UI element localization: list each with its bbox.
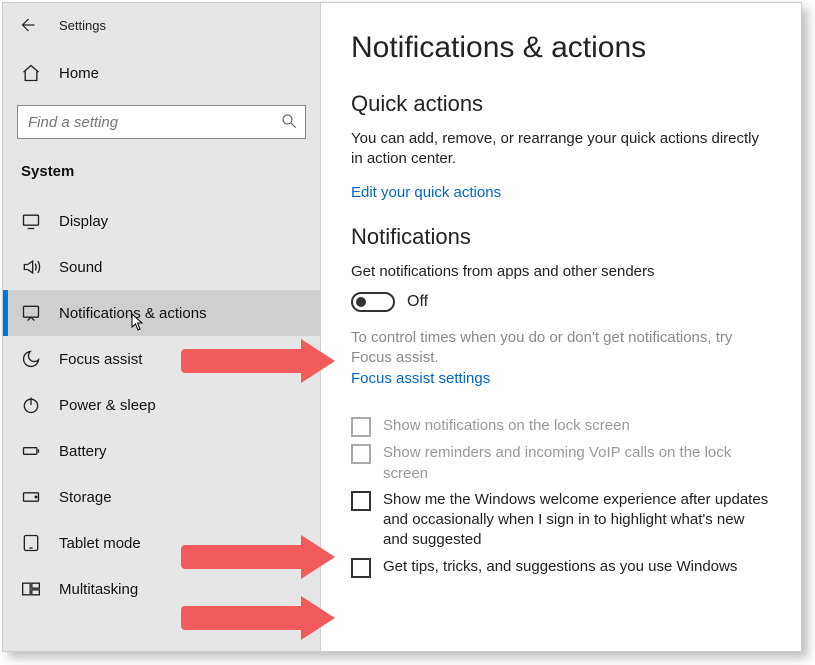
section-label: System <box>3 157 320 198</box>
sidebar-item-label: Sound <box>59 259 102 276</box>
sidebar-item-label: Power & sleep <box>59 397 156 414</box>
sidebar-item-label: Display <box>59 213 108 230</box>
sidebar-item-label: Tablet mode <box>59 535 141 552</box>
checkbox <box>351 444 371 464</box>
sidebar-item-power[interactable]: Power & sleep <box>3 382 320 428</box>
notifications-icon <box>21 303 41 323</box>
sidebar-item-multitasking[interactable]: Multitasking <box>3 566 320 612</box>
search-wrap <box>17 105 306 139</box>
check-lockscreen-reminders: Show reminders and incoming VoIP calls o… <box>351 443 771 484</box>
sidebar-item-notifications[interactable]: Notifications & actions <box>3 290 320 336</box>
quick-actions-body: You can add, remove, or rearrange your q… <box>351 129 771 170</box>
sidebar-item-home[interactable]: Home <box>3 47 320 97</box>
page-title: Notifications & actions <box>351 31 771 65</box>
sidebar-item-sound[interactable]: Sound <box>3 244 320 290</box>
sidebar-item-focus-assist[interactable]: Focus assist <box>3 336 320 382</box>
sidebar-item-label: Storage <box>59 489 112 506</box>
notifications-toggle[interactable] <box>351 292 395 312</box>
checkbox <box>351 417 371 437</box>
app-title: Settings <box>59 18 106 33</box>
home-label: Home <box>59 65 99 82</box>
checkbox[interactable] <box>351 558 371 578</box>
sidebar: Settings Home System Display <box>3 3 321 651</box>
power-icon <box>21 395 41 415</box>
notifications-toggle-row: Off <box>351 292 771 312</box>
check-welcome-experience[interactable]: Show me the Windows welcome experience a… <box>351 490 771 551</box>
back-icon[interactable] <box>17 15 37 35</box>
checkbox-label: Show reminders and incoming VoIP calls o… <box>383 443 771 484</box>
titlebar: Settings <box>3 3 320 47</box>
sidebar-item-battery[interactable]: Battery <box>3 428 320 474</box>
storage-icon <box>21 487 41 507</box>
tablet-icon <box>21 533 41 553</box>
quick-actions-heading: Quick actions <box>351 91 771 117</box>
sound-icon <box>21 257 41 277</box>
check-lockscreen-notifications: Show notifications on the lock screen <box>351 416 771 437</box>
sidebar-item-storage[interactable]: Storage <box>3 474 320 520</box>
notifications-toggle-label: Get notifications from apps and other se… <box>351 262 771 282</box>
focus-assist-link[interactable]: Focus assist settings <box>351 370 490 387</box>
content: Notifications & actions Quick actions Yo… <box>321 3 801 651</box>
moon-icon <box>21 349 41 369</box>
checkbox[interactable] <box>351 491 371 511</box>
focus-assist-hint: To control times when you do or don't ge… <box>351 328 771 369</box>
checkbox-label: Get tips, tricks, and suggestions as you… <box>383 557 737 577</box>
toggle-state-label: Off <box>407 293 428 311</box>
sidebar-item-label: Battery <box>59 443 107 460</box>
edit-quick-actions-link[interactable]: Edit your quick actions <box>351 184 501 201</box>
sidebar-item-label: Focus assist <box>59 351 142 368</box>
sidebar-item-tablet[interactable]: Tablet mode <box>3 520 320 566</box>
nav: Display Sound Notifications & actions Fo… <box>3 198 320 612</box>
multitask-icon <box>21 579 41 599</box>
search-icon <box>280 112 298 130</box>
home-icon <box>21 63 41 83</box>
search-input[interactable] <box>17 105 306 139</box>
check-tips-tricks[interactable]: Get tips, tricks, and suggestions as you… <box>351 557 771 578</box>
display-icon <box>21 211 41 231</box>
toggle-knob <box>356 297 366 307</box>
settings-window: Settings Home System Display <box>2 2 802 652</box>
battery-icon <box>21 441 41 461</box>
checkbox-label: Show notifications on the lock screen <box>383 416 630 436</box>
checkbox-label: Show me the Windows welcome experience a… <box>383 490 771 551</box>
sidebar-item-label: Notifications & actions <box>59 305 207 322</box>
sidebar-item-label: Multitasking <box>59 581 138 598</box>
notifications-heading: Notifications <box>351 224 771 250</box>
sidebar-item-display[interactable]: Display <box>3 198 320 244</box>
